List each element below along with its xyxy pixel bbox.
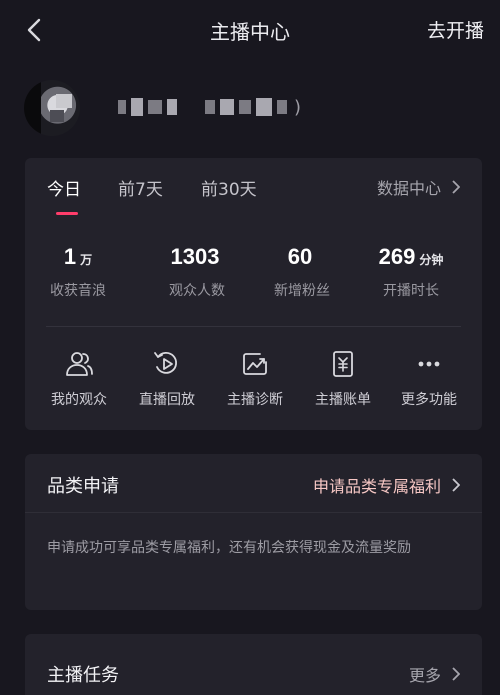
bill-icon xyxy=(333,351,353,377)
tasks-more-link[interactable]: 更多 xyxy=(409,662,460,686)
go-live-button[interactable]: 去开播 xyxy=(427,16,484,43)
tool-label: 主播账单 xyxy=(315,392,371,408)
chevron-right-icon xyxy=(452,667,460,681)
category-description: 申请成功可享品类专属福利，还有机会获得现金及流量奖励 xyxy=(47,540,411,556)
tool-label: 主播诊断 xyxy=(227,392,283,408)
chevron-right-icon xyxy=(452,478,460,492)
stat-value: 1303 xyxy=(170,244,220,269)
stat-viewers[interactable]: 1303 观众人数 xyxy=(142,244,252,300)
tool-label: 更多功能 xyxy=(401,392,457,408)
anchor-tasks-card: 主播任务 更多 xyxy=(25,634,482,695)
top-bar: 主播中心 去开播 xyxy=(0,0,500,60)
avatar[interactable] xyxy=(24,80,80,136)
tab-today[interactable]: 今日 xyxy=(47,175,81,200)
stat-yinlang[interactable]: 1万 收获音浪 xyxy=(23,244,133,300)
tab-30-days[interactable]: 前30天 xyxy=(201,175,257,200)
username-suffix: ) xyxy=(294,96,302,118)
category-title: 品类申请 xyxy=(47,476,119,497)
audience-icon xyxy=(66,352,93,376)
stat-value: 1 xyxy=(63,244,77,269)
category-divider xyxy=(25,512,482,513)
stat-value: 269 xyxy=(378,244,416,269)
category-benefit-link[interactable]: 申请品类专属福利 xyxy=(313,473,460,497)
stat-label: 开播时长 xyxy=(383,283,439,299)
tool-label: 直播回放 xyxy=(139,392,195,408)
chevron-right-icon xyxy=(452,180,460,194)
replay-icon xyxy=(154,352,177,374)
tool-anchor-bill[interactable]: 主播账单 xyxy=(299,350,387,409)
tasks-more-label: 更多 xyxy=(408,666,441,685)
active-tab-indicator xyxy=(56,212,78,215)
stat-unit: 分钟 xyxy=(419,253,444,267)
tool-live-replay[interactable]: 直播回放 xyxy=(123,350,211,409)
stat-new-fans[interactable]: 60 新增粉丝 xyxy=(247,244,357,300)
stat-unit: 万 xyxy=(80,253,93,267)
data-center-link[interactable]: 数据中心 xyxy=(377,175,460,199)
category-link-label: 申请品类专属福利 xyxy=(312,477,441,496)
page-title: 主播中心 xyxy=(210,20,290,44)
profile-header[interactable]: ) xyxy=(24,80,484,138)
stat-label: 收获音浪 xyxy=(50,283,106,299)
stats-divider xyxy=(46,326,461,327)
tool-label: 我的观众 xyxy=(51,392,107,408)
diagnosis-icon xyxy=(243,353,267,375)
category-application-card: 品类申请 申请品类专属福利 申请成功可享品类专属福利，还有机会获得现金及流量奖励 xyxy=(25,454,482,610)
tasks-title: 主播任务 xyxy=(47,665,119,686)
username-blurred: ) xyxy=(118,94,301,120)
tool-my-audience[interactable]: 我的观众 xyxy=(35,350,123,409)
data-center-label: 数据中心 xyxy=(376,179,441,198)
stat-live-duration[interactable]: 269 分钟 开播时长 xyxy=(356,244,466,300)
tab-7-days[interactable]: 前7天 xyxy=(118,175,163,200)
stat-label: 观众人数 xyxy=(169,283,225,299)
stat-label: 新增粉丝 xyxy=(274,283,330,299)
stats-card: 今日 前7天 前30天 数据中心 1万 收获音浪 1303 观众人数 60 新增… xyxy=(25,158,482,430)
tool-anchor-diagnosis[interactable]: 主播诊断 xyxy=(211,350,299,409)
more-icon xyxy=(418,361,440,367)
stat-value: 60 xyxy=(287,244,313,269)
tool-more-features[interactable]: 更多功能 xyxy=(385,350,473,409)
